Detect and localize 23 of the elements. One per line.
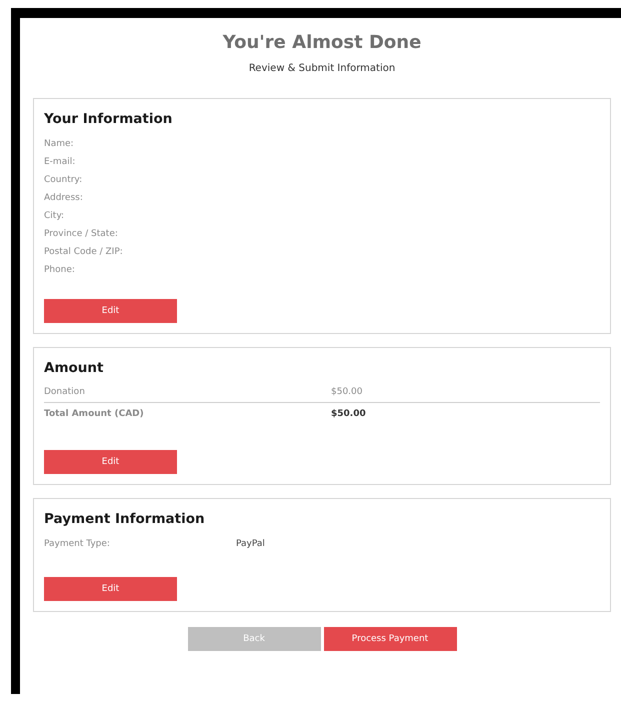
amount-label: Donation [44, 387, 86, 397]
field-label: Phone: [44, 264, 76, 277]
page-subtitle: Review & Submit Information [248, 63, 396, 74]
page-title: You're Almost Done [222, 31, 422, 55]
amount-label: Total Amount (CAD) [44, 409, 145, 419]
field-label: Payment Type: [44, 538, 111, 551]
edit-button[interactable]: Edit [44, 577, 177, 601]
field-label: Country: [44, 174, 84, 187]
field-value: PayPal [236, 538, 266, 551]
field-label: City: [44, 210, 66, 223]
process-payment-button[interactable]: Process Payment [324, 627, 456, 651]
field-label: E-mail: [44, 156, 76, 169]
edit-button[interactable]: Edit [44, 450, 177, 474]
section-title: Payment Information [44, 510, 206, 529]
field-label: Name: [44, 138, 75, 151]
edit-button[interactable]: Edit [44, 299, 177, 323]
amount-value: $50.00 [331, 387, 364, 397]
section-title: Amount [44, 359, 104, 378]
field-label: Address: [44, 192, 84, 205]
field-label: Postal Code / ZIP: [44, 246, 124, 259]
amount-value: $50.00 [331, 409, 367, 419]
section-title: Your Information [44, 110, 174, 129]
field-label: Province / State: [44, 228, 119, 241]
